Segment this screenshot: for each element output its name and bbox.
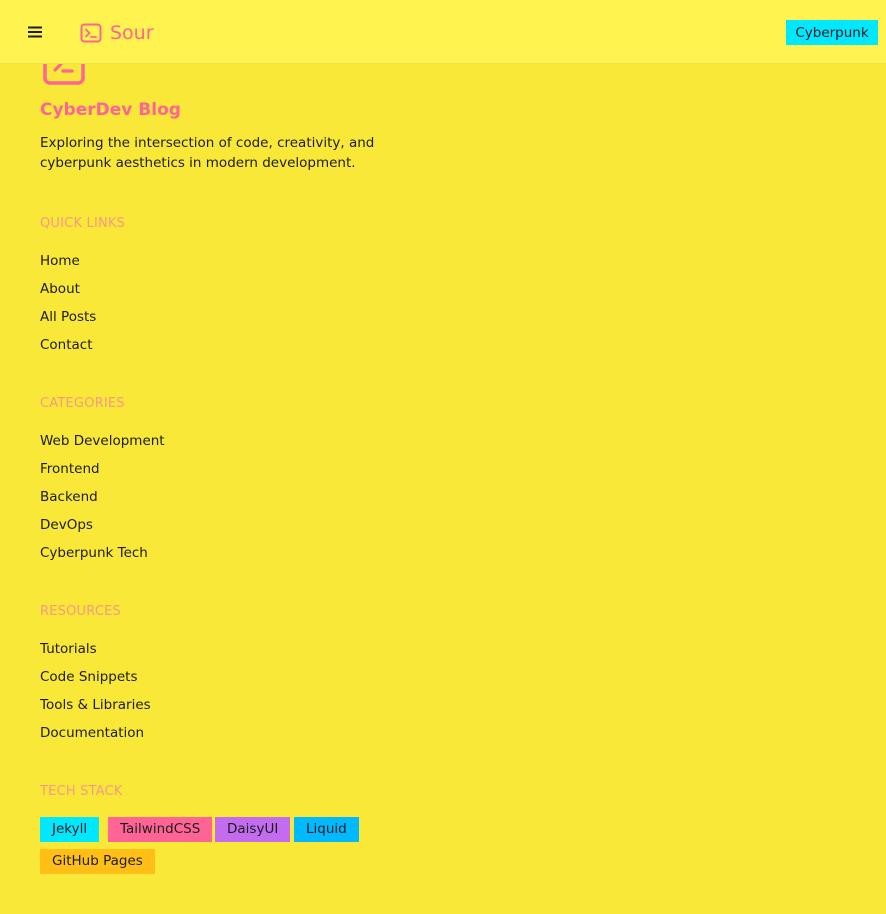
categories-list: Web Development Frontend Backend DevOps … bbox=[40, 431, 165, 571]
terminal-icon bbox=[80, 23, 102, 43]
theme-selector-button[interactable]: Cyberpunk bbox=[786, 20, 878, 45]
tech-tag-daisyui[interactable]: DaisyUI bbox=[215, 817, 291, 842]
resource-link-code-snippets[interactable]: Code Snippets bbox=[40, 669, 138, 685]
category-link-cyberpunk-tech[interactable]: Cyberpunk Tech bbox=[40, 545, 148, 561]
tech-tag-liquid[interactable]: Liquid bbox=[294, 817, 359, 842]
quick-links-list: Home About All Posts Contact bbox=[40, 251, 96, 363]
brand-link[interactable]: Sour bbox=[80, 19, 154, 47]
menu-button[interactable] bbox=[22, 18, 48, 46]
footer-blog-description: Exploring the intersection of code, crea… bbox=[40, 135, 375, 171]
tech-stack-heading: TECH STACK bbox=[40, 784, 123, 799]
quick-link-home[interactable]: Home bbox=[40, 253, 80, 269]
navbar: Sour Cyberpunk bbox=[0, 0, 886, 64]
brand-name: Sour bbox=[110, 22, 154, 44]
category-link-backend[interactable]: Backend bbox=[40, 489, 98, 505]
category-link-web-development[interactable]: Web Development bbox=[40, 433, 165, 449]
footer-blog-title: CyberDev Blog bbox=[40, 100, 181, 120]
tech-tag-jekyll[interactable]: Jekyll bbox=[40, 817, 100, 842]
quick-link-about[interactable]: About bbox=[40, 281, 80, 297]
resource-link-documentation[interactable]: Documentation bbox=[40, 725, 144, 741]
quick-link-contact[interactable]: Contact bbox=[40, 337, 93, 353]
hamburger-menu-icon bbox=[28, 26, 42, 38]
categories-heading: CATEGORIES bbox=[40, 396, 125, 411]
category-link-devops[interactable]: DevOps bbox=[40, 517, 93, 533]
tech-tag-github-pages[interactable]: GitHub Pages bbox=[40, 849, 155, 874]
quick-links-heading: QUICK LINKS bbox=[40, 216, 126, 231]
tech-tag-tailwindcss[interactable]: TailwindCSS bbox=[108, 817, 213, 842]
resource-link-tutorials[interactable]: Tutorials bbox=[40, 641, 97, 657]
resource-link-tools-libraries[interactable]: Tools & Libraries bbox=[40, 697, 151, 713]
category-link-frontend[interactable]: Frontend bbox=[40, 461, 100, 477]
resources-list: Tutorials Code Snippets Tools & Librarie… bbox=[40, 639, 151, 751]
quick-link-all-posts[interactable]: All Posts bbox=[40, 309, 96, 325]
resources-heading: RESOURCES bbox=[40, 604, 121, 619]
